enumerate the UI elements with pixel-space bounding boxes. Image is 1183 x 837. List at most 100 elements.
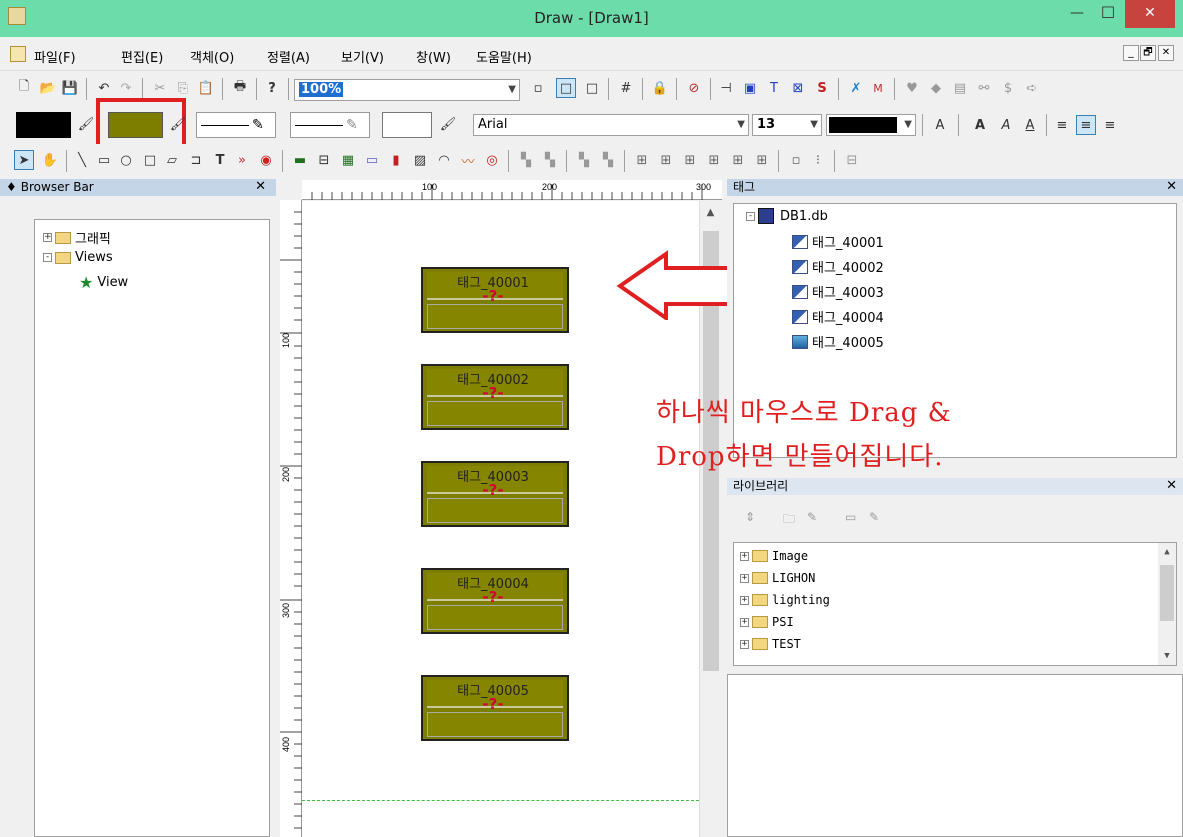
tree-item-library-folder[interactable]: + Image xyxy=(740,549,808,563)
expand-icon[interactable]: + xyxy=(740,551,749,561)
canvas-tag-object[interactable]: 태그_40004 -?- xyxy=(421,568,569,634)
polygon-icon[interactable]: ▱ xyxy=(162,150,182,170)
heart-icon[interactable]: ♥ xyxy=(902,78,922,98)
pointer-icon[interactable]: ➤ xyxy=(14,150,34,170)
text-color-combo[interactable]: ▼ xyxy=(826,114,916,136)
distribute-icon[interactable]: ⊞ xyxy=(656,150,676,170)
text-tool-icon[interactable]: T xyxy=(764,78,784,98)
tree-item-db[interactable]: - DB1.db xyxy=(746,208,828,224)
sort-icon[interactable]: ⇕ xyxy=(745,510,755,524)
line-width-box[interactable]: ✎ xyxy=(290,112,370,138)
shift-icon[interactable]: » xyxy=(232,150,252,170)
polyline-icon[interactable]: ⊐ xyxy=(186,150,206,170)
print-icon[interactable]: 🖶 xyxy=(230,78,250,98)
grid-icon[interactable]: # xyxy=(616,78,636,98)
tree-item-views[interactable]: - Views xyxy=(43,250,113,265)
gauge-icon[interactable]: ◠ xyxy=(434,150,454,170)
tree-item-library-folder[interactable]: + LIGHON xyxy=(740,571,815,585)
image-tool-icon[interactable]: ▣ xyxy=(740,78,760,98)
canvas-tag-object[interactable]: 태그_40003 -?- xyxy=(421,461,569,527)
group-icon[interactable]: ▫ xyxy=(786,150,806,170)
select-tool-icon[interactable]: ✗ xyxy=(846,78,866,98)
edit-item-icon[interactable]: ✎ xyxy=(869,510,879,524)
collapse-icon[interactable]: - xyxy=(746,211,755,221)
chart-icon[interactable]: ▨ xyxy=(410,150,430,170)
rectangle-icon[interactable]: □ xyxy=(140,150,160,170)
line-style-box[interactable]: ✎ xyxy=(196,112,276,138)
tag-tool-icon[interactable]: ◆ xyxy=(926,78,946,98)
align-center-icon[interactable]: ≡ xyxy=(1076,115,1096,135)
pin-icon[interactable]: ⊣ xyxy=(716,78,736,98)
link-tool-icon[interactable]: ⚯ xyxy=(974,78,994,98)
arrow-tool-icon[interactable]: ➪ xyxy=(1022,78,1042,98)
tree-item-graphics[interactable]: + 그래픽 xyxy=(43,228,111,247)
copy-icon[interactable]: ⎘ xyxy=(173,78,193,98)
tree-item-tag[interactable]: 태그_40002 xyxy=(792,257,884,276)
font-combo[interactable]: Arial ▼ xyxy=(473,114,749,136)
page-large-icon[interactable]: □ xyxy=(582,78,602,98)
collapse-icon[interactable]: ♦ xyxy=(6,180,17,194)
mdi-minimize-button[interactable]: _ xyxy=(1123,45,1139,61)
scroll-thumb[interactable] xyxy=(1160,565,1174,621)
display-icon[interactable]: ▬ xyxy=(290,150,310,170)
lock-icon[interactable]: 🔒 xyxy=(650,78,670,98)
macro-icon[interactable]: M xyxy=(868,78,888,98)
forward-icon[interactable]: ▚ xyxy=(574,150,594,170)
tree-item-library-folder[interactable]: + TEST xyxy=(740,637,801,651)
backward-icon[interactable]: ▚ xyxy=(598,150,618,170)
align-objects-icon[interactable]: ⊞ xyxy=(632,150,652,170)
menu-view[interactable]: 보기(V) xyxy=(341,47,384,66)
new-folder-icon[interactable]: 🗀 xyxy=(783,510,795,531)
compass-icon[interactable]: ⊘ xyxy=(684,78,704,98)
redo-icon[interactable]: ↷ xyxy=(116,78,136,98)
help-icon[interactable]: ? xyxy=(262,78,282,98)
canvas-tag-object[interactable]: 태그_40002 -?- xyxy=(421,364,569,430)
maximize-button[interactable]: ☐ xyxy=(1093,0,1123,28)
rounded-rect-icon[interactable]: ▭ xyxy=(94,150,114,170)
save-icon[interactable]: 💾 xyxy=(60,78,80,98)
document-icon[interactable] xyxy=(10,46,26,62)
menu-file[interactable]: 파일(F) xyxy=(34,47,76,66)
close-icon[interactable]: ✕ xyxy=(1166,478,1177,494)
zoom-combo[interactable]: 100% ▼ xyxy=(294,79,520,101)
canvas-tag-object[interactable]: 태그_40005 -?- xyxy=(421,675,569,741)
library-scrollbar[interactable]: ▲ ▼ xyxy=(1158,543,1176,665)
panel-tool-icon[interactable]: ▤ xyxy=(950,78,970,98)
bring-front-icon[interactable]: ▚ xyxy=(516,150,536,170)
new-item-icon[interactable]: ▭ xyxy=(845,510,856,524)
collapse-icon[interactable]: - xyxy=(43,253,52,262)
text-color-picker-icon[interactable]: 🖌 xyxy=(438,114,458,134)
text-color-swatch[interactable] xyxy=(382,112,432,138)
page-medium-icon[interactable]: □ xyxy=(556,78,576,98)
button-icon[interactable]: ▭ xyxy=(362,150,382,170)
properties-icon[interactable]: ⊟ xyxy=(842,150,862,170)
input-icon[interactable]: ⊟ xyxy=(314,150,334,170)
close-icon[interactable]: ✕ xyxy=(1166,179,1177,195)
fill-color-picker-icon[interactable]: 🖌 xyxy=(168,114,188,134)
menu-object[interactable]: 객체(O) xyxy=(190,47,234,66)
expand-icon[interactable]: + xyxy=(740,639,749,649)
space-vertical-icon[interactable]: ⊞ xyxy=(752,150,772,170)
s-tool-icon[interactable]: S xyxy=(812,78,832,98)
trend-icon[interactable]: 〰 xyxy=(458,150,478,170)
open-folder-icon[interactable]: 📂 xyxy=(38,78,58,98)
line-tool-icon[interactable]: ╲ xyxy=(72,150,92,170)
expand-icon[interactable]: + xyxy=(740,595,749,605)
tree-item-tag[interactable]: 태그_40003 xyxy=(792,282,884,301)
scroll-up-icon[interactable]: ▲ xyxy=(1158,543,1176,557)
alarm-icon[interactable]: ◎ xyxy=(482,150,502,170)
canvas-tag-object[interactable]: 태그_40001 -?- xyxy=(421,267,569,333)
underline-icon[interactable]: A xyxy=(1020,115,1040,135)
align-left-icon[interactable]: ≡ xyxy=(1052,115,1072,135)
record-icon[interactable]: ◉ xyxy=(256,150,276,170)
undo-icon[interactable]: ↶ xyxy=(94,78,114,98)
hand-icon[interactable]: ✋ xyxy=(40,150,60,170)
box-tool-icon[interactable]: ⊠ xyxy=(788,78,808,98)
ungroup-icon[interactable]: ⁝ xyxy=(808,150,828,170)
close-icon[interactable]: ✕ xyxy=(255,179,266,195)
scroll-up-icon[interactable]: ▲ xyxy=(700,201,721,218)
tree-item-library-folder[interactable]: + lighting xyxy=(740,593,830,607)
cut-icon[interactable]: ✂ xyxy=(150,78,170,98)
new-file-icon[interactable]: 🗋 xyxy=(14,78,34,98)
font-normal-icon[interactable]: A xyxy=(930,115,950,135)
